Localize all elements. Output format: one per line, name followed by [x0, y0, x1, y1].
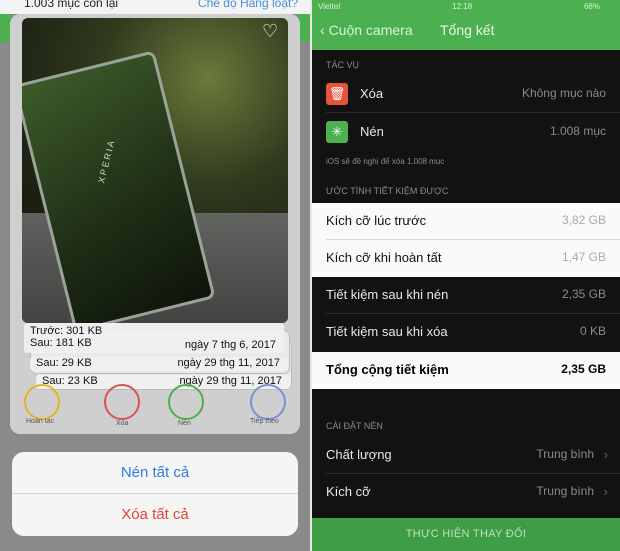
review-actions: Hoàn tác Xóa Nén Tiếp theo	[18, 378, 298, 430]
back-button[interactable]: ‹ Cuộn camera	[320, 22, 413, 38]
savings-value: 2,35 GB	[561, 287, 606, 301]
savings-value: 0 KB	[579, 324, 606, 338]
compress-settings-header: CÀI ĐẶT NÉN	[326, 421, 383, 431]
total-value: 2,35 GB	[561, 362, 606, 376]
compress-icon: ✳	[326, 121, 348, 143]
setting-value: Trung bình	[536, 484, 594, 498]
savings-label: Kích cỡ lúc trước	[326, 213, 427, 228]
photo-size-info: Trước: 301 KB Sau: 181 KB ngày 7 thg 6, …	[24, 323, 284, 353]
size-after: Sau: 29 KB	[36, 357, 92, 369]
size-before: Trước: 301 KB	[30, 325, 103, 337]
compress-icon[interactable]	[168, 384, 204, 420]
apply-changes-button[interactable]: THỰC HIỆN THAY ĐỔI	[312, 518, 620, 551]
savings-label: Tiết kiệm sau khi xóa	[326, 324, 448, 339]
remaining-count: 1.003 mục còn lại	[24, 0, 119, 10]
summary-screen: Viettel 12:18 68% ‹ Cuộn camera Tổng kết…	[312, 0, 620, 551]
savings-value: 3,82 GB	[561, 213, 606, 227]
total-savings-row: Tổng cộng tiết kiệm 2,35 GB	[312, 352, 620, 389]
setting-row-size[interactable]: Kích cỡ Trung bình ›	[312, 474, 620, 511]
setting-value: Trung bình	[536, 447, 594, 461]
tasks-note: iOS sẽ đề nghị để xóa 1.008 mục	[326, 157, 445, 166]
savings-row-before: Kích cỡ lúc trước 3,82 GB	[312, 203, 620, 240]
chevron-left-icon: ‹	[320, 22, 329, 38]
status-bar: Viettel 12:18 68%	[312, 0, 620, 14]
clock: 12:18	[452, 2, 473, 11]
task-value: 1.008 mục	[549, 124, 606, 138]
undo-icon[interactable]	[24, 384, 60, 420]
tasks-header: TÁC VỤ	[326, 60, 360, 70]
chevron-right-icon: ›	[603, 484, 608, 499]
task-label: Nén	[360, 124, 384, 139]
delete-label: Xóa	[116, 420, 129, 427]
action-sheet: Nén tất cả Xóa tất cả	[12, 452, 298, 536]
next-icon[interactable]	[250, 384, 286, 420]
favorite-heart-icon[interactable]: ♡	[262, 22, 282, 40]
delete-all-button[interactable]: Xóa tất cả	[12, 494, 298, 536]
task-label: Xóa	[360, 86, 384, 101]
trash-icon[interactable]	[104, 384, 140, 420]
savings-value: 1,47 GB	[561, 250, 606, 264]
page-title: Tổng kết	[440, 22, 495, 38]
undo-label: Hoàn tác	[26, 418, 55, 425]
photo-preview[interactable]: XPERIA	[22, 18, 288, 323]
photo-date: ngày 29 thg 11, 2017	[177, 357, 280, 369]
batch-mode-link[interactable]: Chế độ Hàng loạt?	[198, 0, 298, 10]
savings-header: ƯỚC TÍNH TIẾT KIỆM ĐƯỢC	[326, 186, 449, 196]
carrier: Viettel	[318, 2, 341, 11]
setting-label: Kích cỡ	[326, 484, 371, 499]
task-row-compress[interactable]: ✳ Nén 1.008 mục	[312, 114, 620, 151]
setting-label: Chất lượng	[326, 447, 392, 462]
total-label: Tổng cộng tiết kiệm	[326, 362, 449, 377]
savings-label: Kích cỡ khi hoàn tất	[326, 250, 442, 265]
savings-row-after: Kích cỡ khi hoàn tất 1,47 GB	[312, 240, 620, 277]
compress-all-button[interactable]: Nén tất cả	[12, 452, 298, 494]
battery-level: 68%	[583, 2, 600, 11]
nav-bar: ‹ Cuộn camera Tổng kết	[312, 14, 620, 50]
setting-row-quality[interactable]: Chất lượng Trung bình ›	[312, 437, 620, 474]
row-separator	[326, 112, 620, 113]
trash-icon: 🗑	[326, 83, 348, 105]
back-label: Cuộn camera	[328, 22, 413, 38]
stacked-card-info: Sau: 29 KB ngày 29 thg 11, 2017	[30, 357, 288, 371]
task-row-delete[interactable]: 🗑 Xóa Không mục nào	[312, 76, 620, 113]
top-bar: 1.003 mục còn lại Chế độ Hàng loạt?	[0, 0, 310, 14]
chevron-right-icon: ›	[603, 447, 608, 462]
next-label: Tiếp theo	[250, 418, 279, 425]
compress-label: Nén	[178, 420, 191, 427]
compress-review-screen: 1.003 mục còn lại Chế độ Hàng loạt? XPER…	[0, 0, 310, 551]
savings-row-delete: Tiết kiệm sau khi xóa 0 KB	[312, 314, 620, 351]
savings-row-compress: Tiết kiệm sau khi nén 2,35 GB	[312, 277, 620, 314]
savings-label: Tiết kiệm sau khi nén	[326, 287, 449, 302]
task-value: Không mục nào	[521, 86, 606, 100]
photo-date: ngày 7 thg 6, 2017	[184, 339, 276, 351]
